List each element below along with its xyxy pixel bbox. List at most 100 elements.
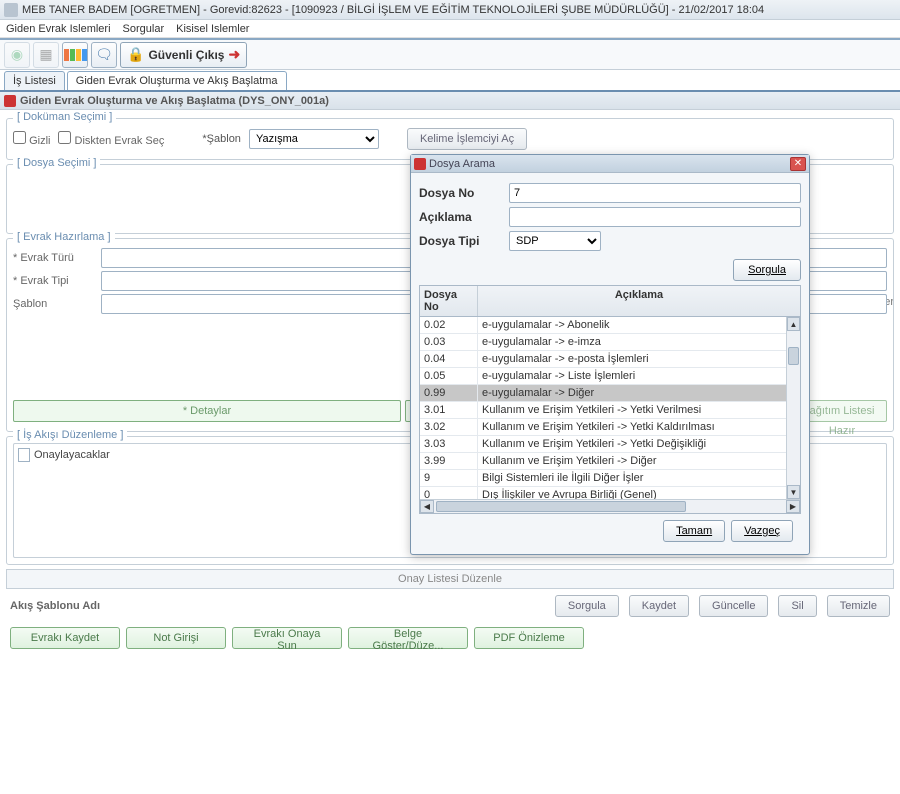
- cell-aciklama: Kullanım ve Erişim Yetkileri -> Yetki Ve…: [478, 402, 800, 418]
- sablon-combo[interactable]: Yazışma: [249, 129, 379, 149]
- onaya-sun-button[interactable]: Evrakı Onaya Sun: [232, 627, 342, 649]
- logout-button[interactable]: 🔒 Güvenli Çıkış ➜: [120, 42, 247, 68]
- cell-dosya-no: 0.05: [420, 368, 478, 384]
- lock-icon: 🔒: [127, 46, 144, 63]
- guncelle-button[interactable]: Güncelle: [699, 595, 768, 617]
- panel-header: Giden Evrak Oluşturma ve Akış Başlatma (…: [0, 92, 900, 110]
- aciklama-input[interactable]: [509, 207, 801, 227]
- exit-icon: ➜: [228, 46, 240, 63]
- menu-sorgular[interactable]: Sorgular: [123, 23, 165, 35]
- panel-title: Giden Evrak Oluşturma ve Akış Başlatma (…: [20, 95, 329, 107]
- cell-aciklama: e-uygulamalar -> Liste İşlemleri: [478, 368, 800, 384]
- grid-header: Dosya No Açıklama: [420, 286, 800, 317]
- onay-listesi-duzenle-button[interactable]: Onay Listesi Düzenle: [6, 569, 894, 589]
- menu-giden-evrak[interactable]: Giden Evrak Islemleri: [6, 23, 111, 35]
- scroll-down-icon[interactable]: ▼: [787, 485, 800, 499]
- cell-aciklama: Kullanım ve Erişim Yetkileri -> Yetki De…: [478, 436, 800, 452]
- cell-aciklama: Kullanım ve Erişim Yetkileri -> Diğer: [478, 453, 800, 469]
- dialog-sorgula-button[interactable]: Sorgula: [733, 259, 801, 281]
- tab-giden-evrak[interactable]: Giden Evrak Oluşturma ve Akış Başlatma: [67, 71, 287, 90]
- temizle-button[interactable]: Temizle: [827, 595, 890, 617]
- kaydet-button[interactable]: Kaydet: [629, 595, 689, 617]
- panel-icon: [4, 95, 16, 107]
- table-row[interactable]: 9Bilgi Sistemleri ile İlgili Diğer İşler: [420, 470, 800, 487]
- dosya-arama-dialog: Dosya Arama ✕ Dosya No Açıklama Dosya Ti…: [410, 154, 810, 555]
- aciklama-label: Açıklama: [419, 210, 509, 224]
- cell-dosya-no: 0.99: [420, 385, 478, 401]
- detaylar-button[interactable]: * Detaylar: [13, 400, 401, 422]
- akis-sablon-adi-label: Akış Şablonu Adı: [10, 600, 100, 612]
- menubar: Giden Evrak Islemleri Sorgular Kisisel I…: [0, 20, 900, 38]
- menu-kisisel[interactable]: Kisisel Islemler: [176, 23, 249, 35]
- cell-aciklama: e-uygulamalar -> Abonelik: [478, 317, 800, 333]
- tab-is-listesi[interactable]: İş Listesi: [4, 71, 65, 90]
- cell-dosya-no: 3.01: [420, 402, 478, 418]
- evraki-kaydet-button[interactable]: Evrakı Kaydet: [10, 627, 120, 649]
- dagitim-button[interactable]: ağıtım Listesi Hazır: [797, 400, 887, 422]
- sorgula-button[interactable]: Sorgula: [555, 595, 619, 617]
- cell-dosya-no: 0.02: [420, 317, 478, 333]
- dosya-tipi-combo[interactable]: SDP: [509, 231, 601, 251]
- logout-label: Güvenli Çıkış: [148, 48, 224, 62]
- dosya-no-input[interactable]: [509, 183, 801, 203]
- table-row[interactable]: 0.03e-uygulamalar -> e-imza: [420, 334, 800, 351]
- evrak-tipi-label: * Evrak Tipi: [13, 275, 93, 287]
- cell-dosya-no: 0.04: [420, 351, 478, 367]
- tamam-button[interactable]: Tamam: [663, 520, 725, 542]
- cell-dosya-no: 0.03: [420, 334, 478, 350]
- toolbar-globe-icon[interactable]: ◉: [4, 42, 30, 68]
- fieldset-dokuman-label: [ Doküman Seçimi ]: [13, 111, 116, 123]
- dialog-icon: [414, 158, 426, 170]
- results-grid: Dosya No Açıklama 0.02e-uygulamalar -> A…: [419, 285, 801, 514]
- sablon-label: *Şablon: [202, 133, 241, 145]
- window-titlebar: MEB TANER BADEM [OGRETMEN] - Gorevid:826…: [0, 0, 900, 20]
- hscroll-thumb[interactable]: [436, 501, 686, 512]
- table-row[interactable]: 0.99e-uygulamalar -> Diğer: [420, 385, 800, 402]
- scroll-left-icon[interactable]: ◀: [420, 500, 434, 513]
- close-icon[interactable]: ✕: [790, 157, 806, 171]
- toolbar: ◉ ▦ 🗨 🔒 Güvenli Çıkış ➜: [0, 38, 900, 70]
- cell-aciklama: e-uygulamalar -> e-posta İşlemleri: [478, 351, 800, 367]
- dialog-titlebar[interactable]: Dosya Arama ✕: [411, 155, 809, 173]
- table-row[interactable]: 3.02Kullanım ve Erişim Yetkileri -> Yetk…: [420, 419, 800, 436]
- col-aciklama[interactable]: Açıklama: [478, 286, 800, 316]
- table-row[interactable]: 0.04e-uygulamalar -> e-posta İşlemleri: [420, 351, 800, 368]
- cell-dosya-no: 0: [420, 487, 478, 499]
- table-row[interactable]: 0.02e-uygulamalar -> Abonelik: [420, 317, 800, 334]
- belge-goster-button[interactable]: Belge Göster/Düze...: [348, 627, 468, 649]
- kelime-islemci-button[interactable]: Kelime İşlemciyi Aç: [407, 128, 527, 150]
- not-girisi-button[interactable]: Not Girişi: [126, 627, 226, 649]
- cell-aciklama: e-uygulamalar -> e-imza: [478, 334, 800, 350]
- cell-aciklama: e-uygulamalar -> Diğer: [478, 385, 800, 401]
- cell-dosya-no: 3.99: [420, 453, 478, 469]
- cell-dosya-no: 3.02: [420, 419, 478, 435]
- window-title: MEB TANER BADEM [OGRETMEN] - Gorevid:826…: [22, 4, 764, 16]
- table-row[interactable]: 3.99Kullanım ve Erişim Yetkileri -> Diğe…: [420, 453, 800, 470]
- table-row[interactable]: 0Dış İlişkiler ve Avrupa Birliği (Genel): [420, 487, 800, 499]
- table-row[interactable]: 3.03Kullanım ve Erişim Yetkileri -> Yetk…: [420, 436, 800, 453]
- scroll-thumb[interactable]: [788, 347, 799, 365]
- toolbar-refresh-icon[interactable]: 🗨: [91, 42, 117, 68]
- cell-dosya-no: 3.03: [420, 436, 478, 452]
- cell-aciklama: Dış İlişkiler ve Avrupa Birliği (Genel): [478, 487, 800, 499]
- vazgec-button[interactable]: Vazgeç: [731, 520, 793, 542]
- evrak-sablon-label: Şablon: [13, 298, 93, 310]
- table-row[interactable]: 0.05e-uygulamalar -> Liste İşlemleri: [420, 368, 800, 385]
- vertical-scrollbar[interactable]: ▲ ▼: [786, 317, 800, 499]
- toolbar-windows-icon[interactable]: [62, 42, 88, 68]
- scroll-right-icon[interactable]: ▶: [786, 500, 800, 513]
- cell-aciklama: Kullanım ve Erişim Yetkileri -> Yetki Ka…: [478, 419, 800, 435]
- app-icon: [4, 3, 18, 17]
- horizontal-scrollbar[interactable]: ◀ ▶: [420, 499, 800, 513]
- gizli-checkbox[interactable]: Gizli: [13, 131, 50, 147]
- pdf-onizleme-button[interactable]: PDF Önizleme: [474, 627, 584, 649]
- scroll-up-icon[interactable]: ▲: [787, 317, 800, 331]
- toolbar-save-icon[interactable]: ▦: [33, 42, 59, 68]
- col-dosya-no[interactable]: Dosya No: [420, 286, 478, 316]
- evrak-turu-label: * Evrak Türü: [13, 252, 93, 264]
- sil-button[interactable]: Sil: [778, 595, 816, 617]
- table-row[interactable]: 3.01Kullanım ve Erişim Yetkileri -> Yetk…: [420, 402, 800, 419]
- fieldset-evrak-label: [ Evrak Hazırlama ]: [13, 231, 115, 243]
- diskten-checkbox[interactable]: Diskten Evrak Seç: [58, 131, 164, 147]
- cell-aciklama: Bilgi Sistemleri ile İlgili Diğer İşler: [478, 470, 800, 486]
